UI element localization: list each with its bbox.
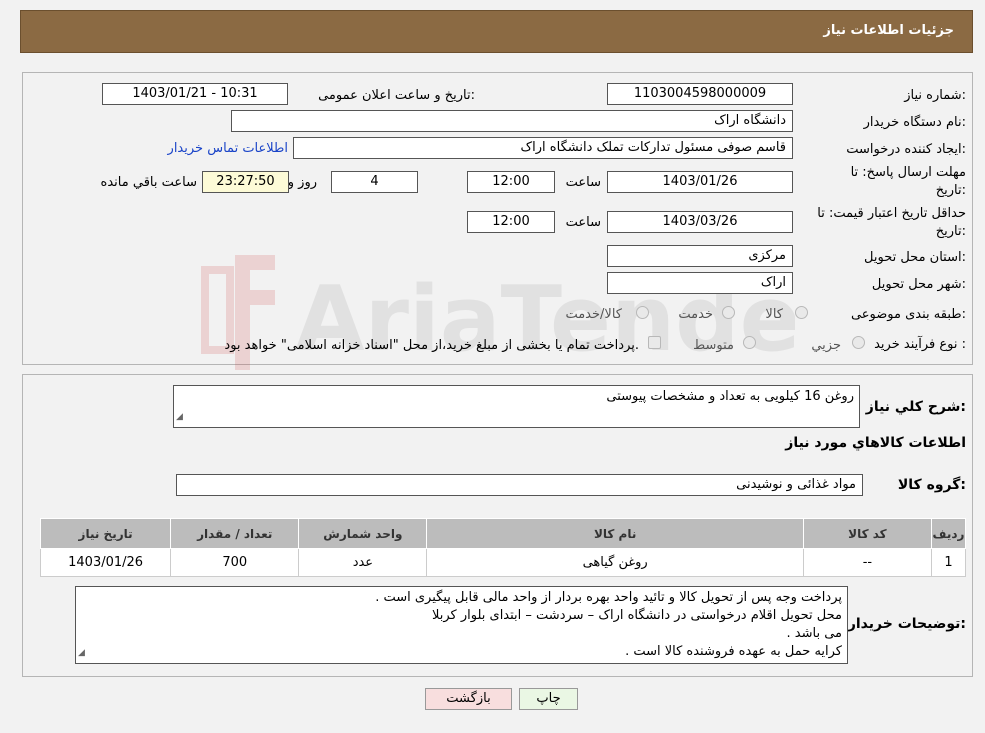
col-header-code: كد كالا [802, 518, 932, 549]
back-button[interactable]: بازگشت [425, 688, 512, 710]
province-label: استان محل تحویل: [864, 250, 966, 265]
validity-time-field: 12:00 [467, 211, 555, 233]
col-header-name: نام كالا [426, 518, 804, 549]
deadline-time-field: 12:00 [467, 171, 555, 193]
category-radio-goods[interactable] [795, 306, 808, 319]
payment-note: پرداخت تمام یا بخشی از مبلغ خرید،از محل … [224, 338, 639, 353]
table-row: 1 -- روغن گیاهی عدد 700 1403/01/26 [39, 548, 967, 577]
province-field: مرکزی [607, 245, 793, 267]
col-header-unit: واحد شمارش [298, 518, 428, 549]
process-radio-medium[interactable] [743, 336, 756, 349]
page-title: جزئیات اطلاعات نیاز [823, 23, 954, 38]
deadline-time-label: ساعت [565, 175, 601, 190]
buyer-contact-link[interactable]: اطلاعات تماس خریدار [168, 141, 288, 156]
notes-line-1: پرداخت وجه پس از تحویل کالا و تائید واحد… [375, 590, 842, 605]
creator-label: ایجاد کننده درخواست: [846, 142, 966, 157]
remaining-time-field: 23:27:50 [202, 171, 289, 193]
process-label: نوع فرآیند خرید : [874, 337, 966, 352]
goods-group-label: گروه كالا: [897, 477, 966, 493]
validity-time-label: ساعت [565, 215, 601, 230]
goods-group-field: مواد غذائی و نوشیدنی [176, 474, 863, 496]
resize-grip-icon[interactable]: ◢ [78, 644, 85, 662]
deadline-label: مهلت ارسال پاسخ: تا [850, 165, 966, 180]
cell-date: 1403/01/26 [39, 548, 172, 577]
goods-table: رديف كد كالا نام كالا واحد شمارش تعداد /… [39, 518, 967, 577]
validity-label: حداقل تاریخ اعتبار قیمت: تا [817, 206, 966, 221]
remaining-time-label: ساعت باقي مانده [100, 175, 197, 190]
buyer-notes-textarea[interactable]: پرداخت وجه پس از تحویل کالا و تائید واحد… [75, 586, 848, 664]
page-header: جزئیات اطلاعات نیاز [20, 10, 973, 53]
category-label: طبقه بندی موضوعی: [850, 307, 966, 322]
buyer-notes-label: توضيحات خريدار: [847, 616, 966, 632]
buyer-org-field: دانشگاه اراک [231, 110, 793, 132]
days-remaining-field: 4 [331, 171, 418, 193]
days-label: روز و [287, 175, 317, 190]
deadline-label-date: تاریخ: [935, 183, 966, 198]
cell-code: -- [802, 548, 932, 577]
goods-heading: اطلاعات كالاهاي مورد نياز [785, 435, 966, 451]
city-label: شهر محل تحویل: [871, 277, 966, 292]
col-header-row-number: رديف [930, 518, 967, 549]
resize-grip-icon[interactable]: ◢ [176, 408, 183, 426]
process-radio-minor[interactable] [852, 336, 865, 349]
cell-name: روغن گیاهی [426, 548, 804, 577]
creator-field: قاسم صوفی مسئول تدارکات تملک دانشگاه ارا… [293, 137, 793, 159]
buyer-org-label: نام دستگاه خریدار: [863, 115, 966, 130]
city-field: اراک [607, 272, 793, 294]
summary-text: روغن 16 کیلویی به تعداد و مشخصات پیوستی [606, 389, 854, 404]
need-number-label: شماره نیاز: [904, 88, 966, 103]
category-radio-service[interactable] [722, 306, 735, 319]
col-header-date: تاريخ نياز [39, 518, 172, 549]
cell-unit: عدد [298, 548, 428, 577]
announce-label: تاریخ و ساعت اعلان عمومی: [318, 88, 475, 103]
validity-date-field: 1403/03/26 [607, 211, 793, 233]
deadline-date-field: 1403/01/26 [607, 171, 793, 193]
print-button[interactable]: چاپ [519, 688, 578, 710]
process-option-minor: جزيي [811, 338, 841, 353]
validity-label-date: تاریخ: [935, 224, 966, 239]
payment-checkbox[interactable] [648, 336, 661, 349]
cell-row-number: 1 [930, 548, 967, 577]
cell-quantity: 700 [170, 548, 300, 577]
process-option-medium: متوسط [693, 338, 734, 353]
category-option-both: کالا/خدمت [565, 307, 622, 322]
table-header-row: رديف كد كالا نام كالا واحد شمارش تعداد /… [39, 518, 967, 549]
notes-line-2: محل تحویل اقلام درخواستی در دانشگاه اراک… [431, 608, 842, 623]
notes-line-4: کرایه حمل به عهده فروشنده کالا است . [625, 644, 842, 659]
need-number-field: 1103004598000009 [607, 83, 793, 105]
summary-textarea[interactable]: روغن 16 کیلویی به تعداد و مشخصات پیوستی … [173, 385, 860, 428]
summary-label: شرح كلي نياز: [865, 399, 966, 415]
category-radio-both[interactable] [636, 306, 649, 319]
col-header-quantity: تعداد / مقدار [170, 518, 300, 549]
category-option-service: خدمت [678, 307, 713, 322]
category-option-goods: کالا [765, 307, 783, 322]
announce-datetime-field: 1403/01/21 - 10:31 [102, 83, 288, 105]
notes-line-3: می باشد . [786, 626, 843, 641]
